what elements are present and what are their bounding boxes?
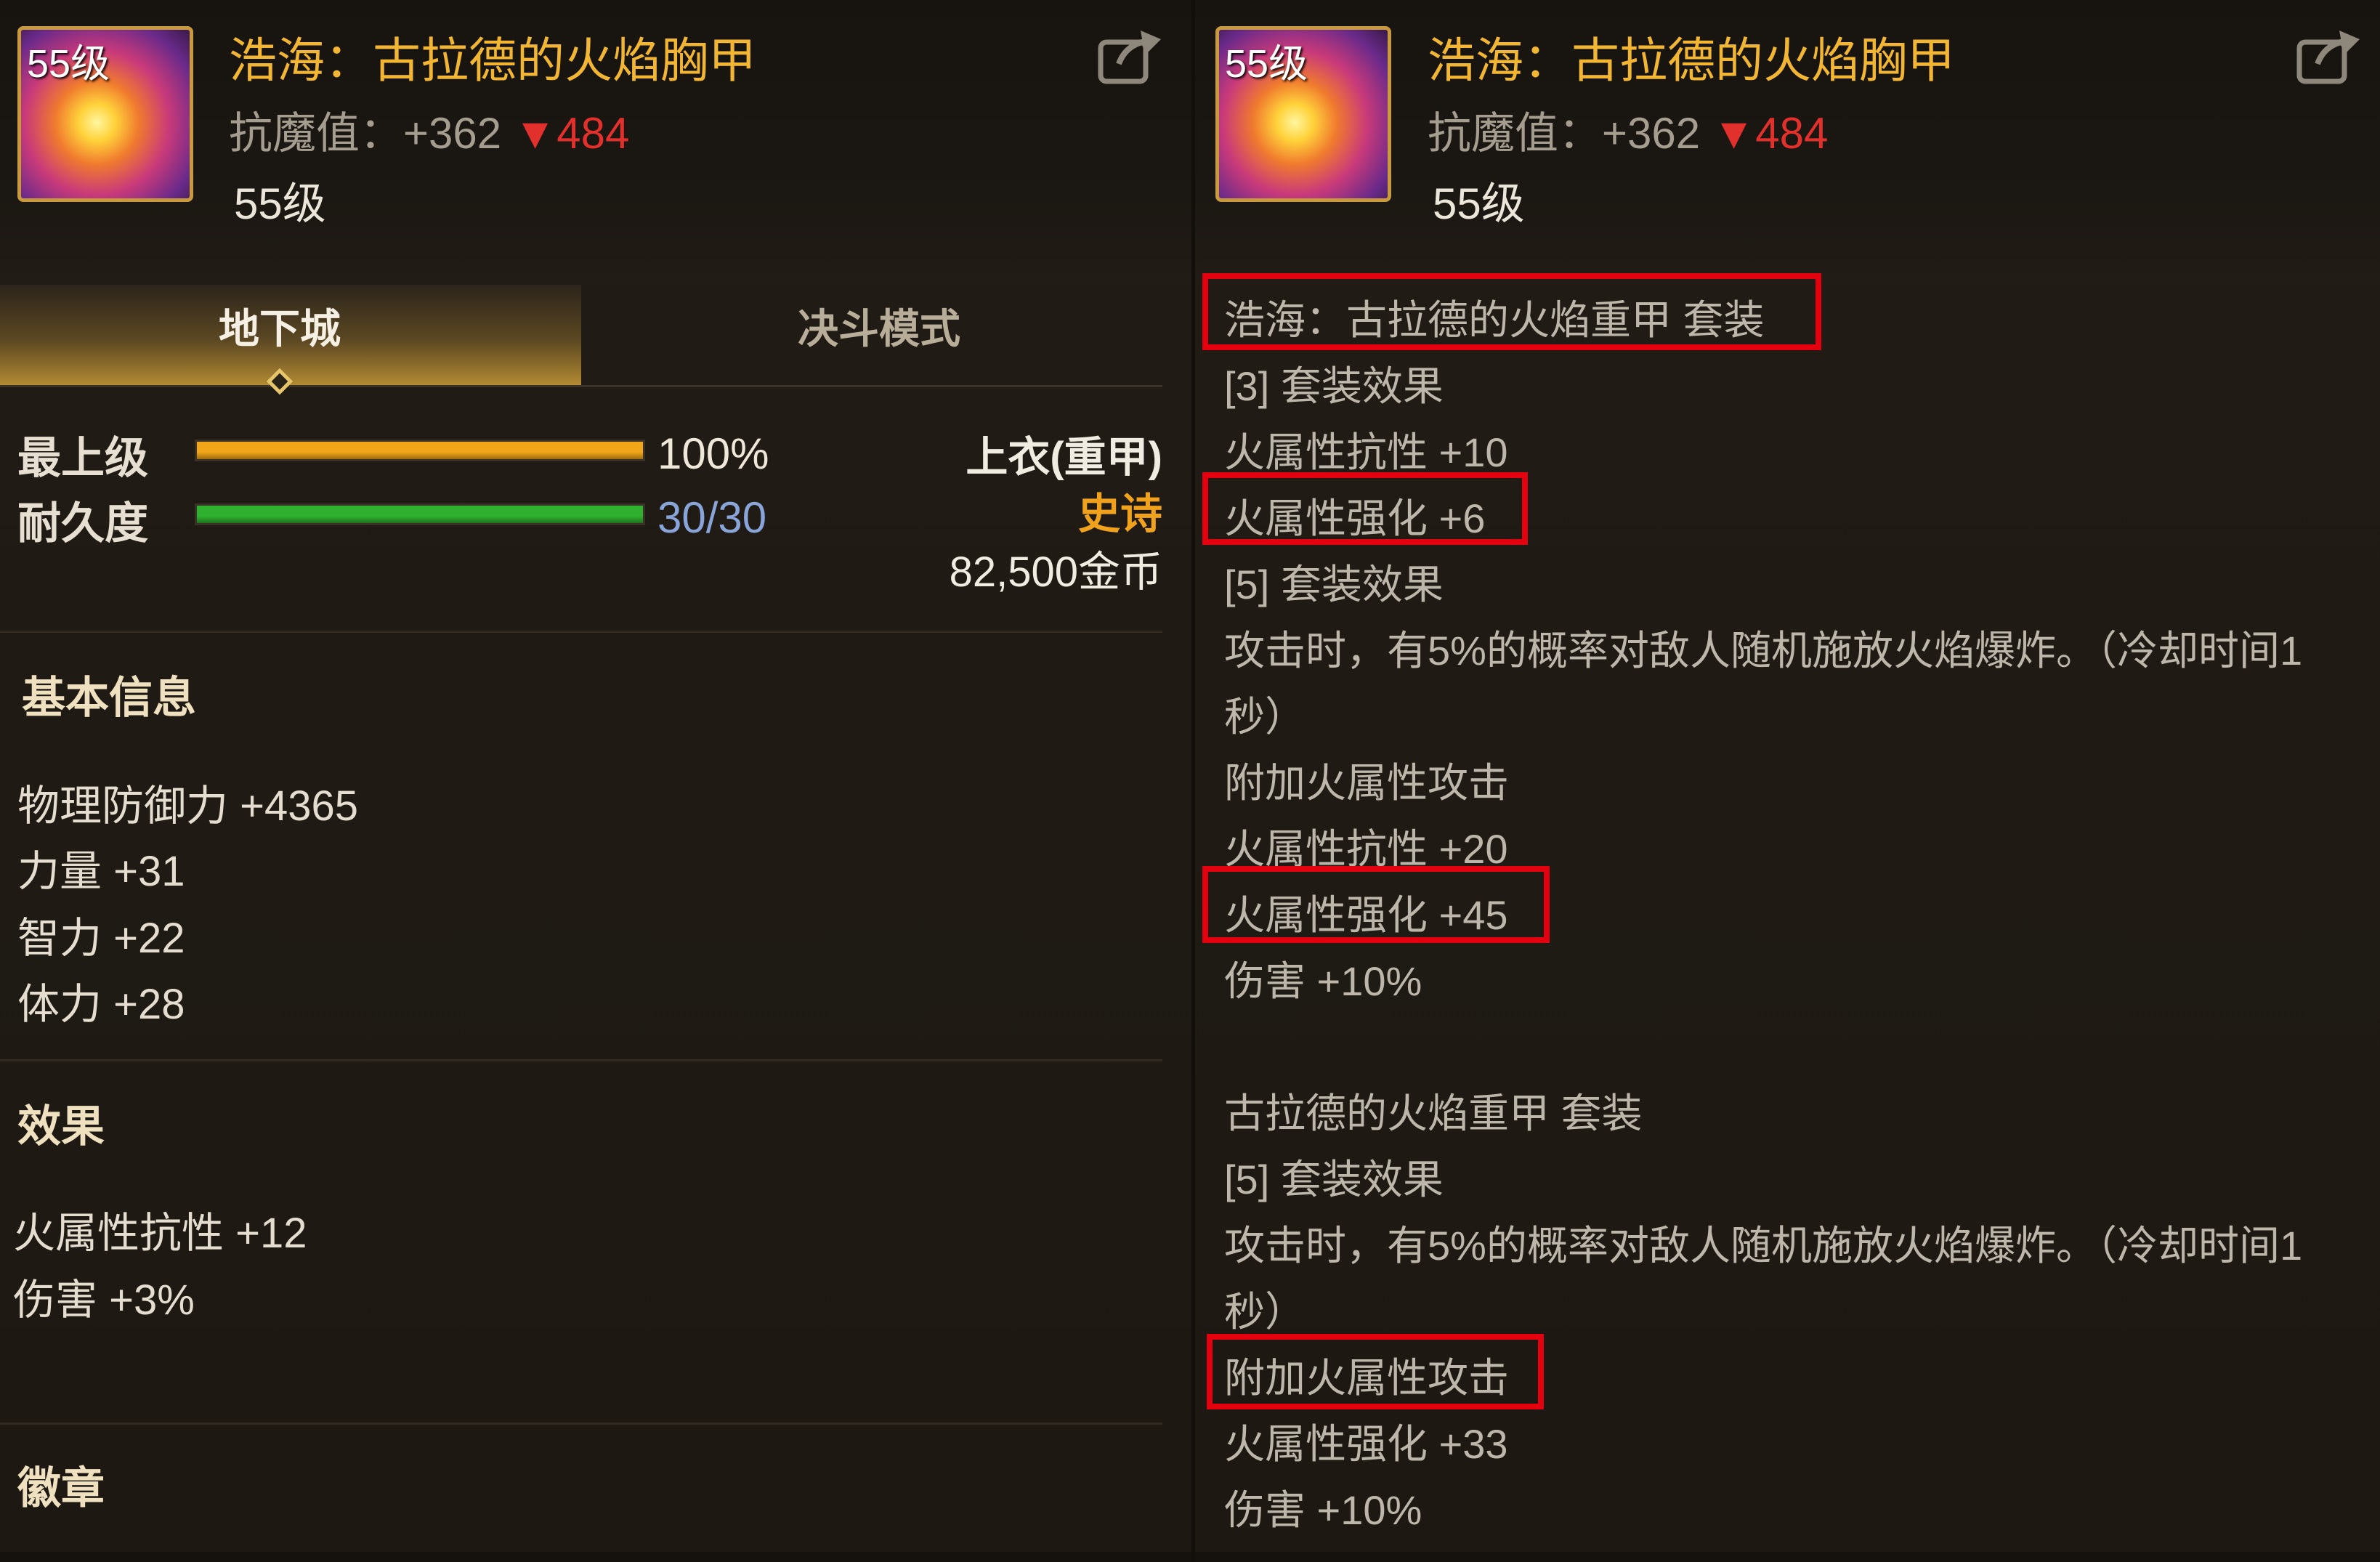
set-line: [5] 套装效果 xyxy=(1224,1157,1444,1202)
set-line: 古拉德的火焰重甲 套装 xyxy=(1224,1090,1643,1136)
set-line: 附加火属性攻击 xyxy=(1224,760,1509,806)
left-item-panel: 55级 浩海：古拉德的火焰胸甲 抗魔值：+362 ▼484 55级 地下城 决斗… xyxy=(0,0,1195,1562)
upgrade-value: 100% xyxy=(657,429,769,478)
basic-info-title: 基本信息 xyxy=(22,673,196,722)
basic-stat: 体力 +28 xyxy=(17,981,185,1028)
mode-tabs: 地下城 决斗模式 xyxy=(0,285,1162,395)
panel-bottom-edge xyxy=(1195,1552,2380,1562)
effect-stat: 伤害 +3% xyxy=(13,1276,195,1324)
item-header: 55级 浩海：古拉德的火焰胸甲 抗魔值：+362 ▼484 55级 xyxy=(1195,0,2380,283)
set-line: 伤害 +10% xyxy=(1224,1487,1422,1533)
set-line: 秒） xyxy=(1224,1289,1306,1335)
panel-bottom-edge xyxy=(0,1552,1195,1562)
set-line: [3] 套装效果 xyxy=(1224,363,1444,409)
basic-stat: 物理防御力 +4365 xyxy=(17,782,359,830)
resist-value: 抗魔值：+362 ▼484 xyxy=(1428,98,1828,161)
share-icon[interactable] xyxy=(1097,26,1164,86)
tab-duel[interactable]: 决斗模式 xyxy=(581,285,1177,385)
item-icon[interactable]: 55级 xyxy=(17,26,193,202)
item-header: 55级 浩海：古拉德的火焰胸甲 抗魔值：+362 ▼484 55级 xyxy=(0,0,1195,283)
resist-down-value: 484 xyxy=(1755,109,1829,158)
set-line: [5] 套装效果 xyxy=(1224,562,1444,607)
upgrade-bar-fill xyxy=(197,442,643,459)
durability-value: 30/30 xyxy=(657,493,767,542)
upgrade-label: 最上级 xyxy=(17,434,148,482)
item-title: 浩海：古拉德的火焰胸甲 xyxy=(229,33,756,87)
upgrade-bar xyxy=(195,440,645,461)
divider xyxy=(0,1423,1162,1425)
resist-value: 抗魔值：+362 ▼484 xyxy=(229,98,629,161)
set-line: 伤害 +10% xyxy=(1224,958,1422,1004)
share-icon[interactable] xyxy=(2296,26,2363,86)
item-price: 82,500金币 xyxy=(949,549,1162,596)
durability-bar-fill xyxy=(197,506,643,523)
item-level-badge: 55级 xyxy=(27,42,110,86)
emblem-title: 徽章 xyxy=(17,1464,105,1513)
effect-stat: 火属性抗性 +12 xyxy=(13,1210,307,1257)
basic-stat: 力量 +31 xyxy=(17,848,185,895)
resist-down-arrow-icon: ▼ xyxy=(1712,109,1756,158)
basic-stat: 智力 +22 xyxy=(17,915,185,962)
resist-amount: +362 xyxy=(1602,109,1701,158)
resist-down-arrow-icon: ▼ xyxy=(513,109,557,158)
resist-label: 抗魔值： xyxy=(1428,109,1602,158)
set-line: 攻击时，有5%的概率对敌人随机施放火焰爆炸。（冷却时间1 xyxy=(1224,1223,2303,1268)
item-level: 55级 xyxy=(234,179,326,228)
highlight-box xyxy=(1202,472,1528,545)
durability-bar xyxy=(195,503,645,525)
item-rarity: 史诗 xyxy=(1077,490,1162,538)
resist-amount: +362 xyxy=(403,109,502,158)
set-line: 火属性强化 +33 xyxy=(1224,1421,1508,1467)
set-line: 攻击时，有5%的概率对敌人随机施放火焰爆炸。（冷却时间1 xyxy=(1224,628,2303,673)
divider xyxy=(0,631,1162,633)
set-line: 火属性抗性 +10 xyxy=(1224,429,1508,475)
highlight-box xyxy=(1202,866,1550,943)
highlight-box xyxy=(1202,273,1821,350)
effect-title: 效果 xyxy=(17,1102,105,1151)
item-level-badge: 55级 xyxy=(1225,42,1308,86)
durability-label: 耐久度 xyxy=(17,499,148,548)
item-icon[interactable]: 55级 xyxy=(1215,26,1391,202)
item-title: 浩海：古拉德的火焰胸甲 xyxy=(1428,33,1955,87)
item-slot: 上衣(重甲) xyxy=(966,434,1162,481)
divider xyxy=(0,1059,1162,1061)
resist-label: 抗魔值： xyxy=(229,109,403,158)
set-line: 秒） xyxy=(1224,694,1306,740)
item-level: 55级 xyxy=(1433,179,1525,228)
highlight-box xyxy=(1207,1334,1544,1409)
resist-down-value: 484 xyxy=(556,109,630,158)
right-item-panel: 55级 浩海：古拉德的火焰胸甲 抗魔值：+362 ▼484 55级 浩海：古拉德… xyxy=(1195,0,2380,1562)
